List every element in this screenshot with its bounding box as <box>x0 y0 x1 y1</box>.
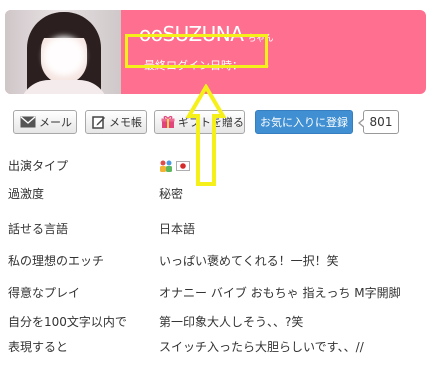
japan-flag-icon <box>176 161 190 171</box>
info-label-line: 表現すると <box>8 340 69 354</box>
favorite-count-value: 801 <box>369 115 393 129</box>
info-label-line: 自分を100文字以内で <box>8 315 127 329</box>
mail-button-label: メール <box>39 116 72 129</box>
favorite-button-label: お気に入りに登録 <box>260 116 348 129</box>
info-label: 過激度 <box>8 187 45 201</box>
info-value: オナニー バイブ おもちゃ 指えっち M字開脚 <box>159 286 401 300</box>
info-label: 私の理想のエッチ <box>8 254 105 268</box>
mail-button[interactable]: メール <box>13 110 77 134</box>
memo-edit-icon <box>92 116 105 129</box>
info-value-line: スイッチ入ったら大胆らしいです、、// <box>159 340 364 354</box>
group-icon <box>160 160 172 172</box>
up-arrow-annotation-icon <box>186 84 226 186</box>
info-value: 日本語 <box>159 222 196 236</box>
info-label: 話せる言語 <box>8 222 69 236</box>
info-value: 第一印象大人しそう、、?笑 スイッチ入ったら大胆らしいです、、// <box>159 310 364 360</box>
info-value: 秘密 <box>159 187 184 201</box>
favorite-button[interactable]: お気に入りに登録 <box>255 110 353 134</box>
highlight-box <box>125 34 268 68</box>
memo-button[interactable]: メモ帳 <box>85 110 147 134</box>
info-label: 出演タイプ <box>8 159 69 173</box>
gift-icon <box>161 115 175 128</box>
info-value <box>159 157 190 175</box>
info-value-line: 第一印象大人しそう、、?笑 <box>159 315 304 329</box>
mail-icon <box>20 116 36 128</box>
info-label: 自分を100文字以内で 表現すると <box>8 310 156 360</box>
memo-button-label: メモ帳 <box>109 116 142 129</box>
info-value: いっぱい褒めてくれる！一択！笑 <box>159 254 339 268</box>
favorite-count: 801 <box>358 110 399 134</box>
info-label: 得意なプレイ <box>8 286 81 300</box>
avatar[interactable] <box>5 10 121 94</box>
